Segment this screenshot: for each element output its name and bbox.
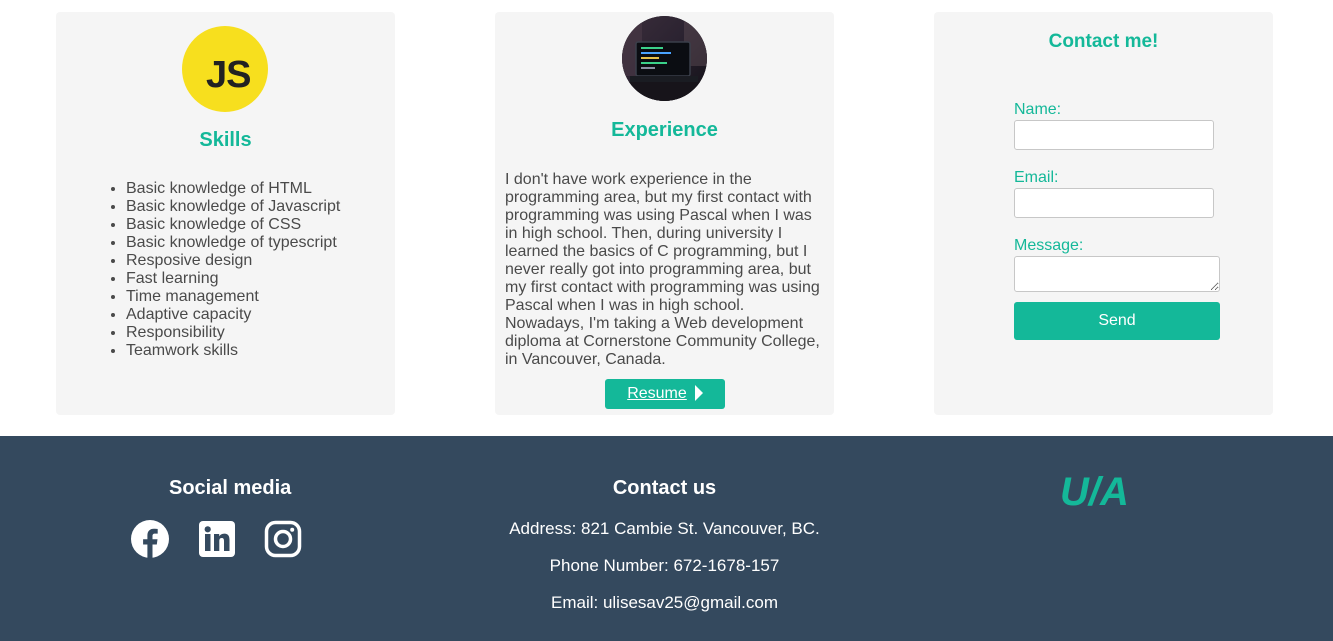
brand-logo[interactable]: U/A <box>1060 470 1129 515</box>
caret-right-icon <box>694 385 703 401</box>
contact-form-title: Contact me! <box>1048 31 1159 52</box>
skills-list: Basic knowledge of HTMLBasic knowledge o… <box>106 180 340 360</box>
skill-item: Time management <box>126 288 340 306</box>
address-text: Address: 821 Cambie St. Vancouver, BC. <box>509 519 820 538</box>
javascript-logo-icon: JS <box>182 26 268 112</box>
skills-title: Skills <box>199 129 252 151</box>
email-text: Email: ulisesav25@gmail.com <box>550 593 778 612</box>
skill-item: Teamwork skills <box>126 342 340 360</box>
experience-description: I don't have work experience in the prog… <box>505 171 820 368</box>
skill-item: Basic knowledge of CSS <box>126 216 340 234</box>
resume-button[interactable]: Resume <box>605 379 725 409</box>
send-button[interactable]: Send <box>1014 302 1220 340</box>
experience-card: Experience I don't have work experience … <box>495 12 834 415</box>
skill-item: Basic knowledge of typescript <box>126 234 340 252</box>
footer: Social media Contact us Address: 821 Cam… <box>0 436 1333 641</box>
name-input[interactable] <box>1014 120 1214 150</box>
javascript-logo-text: JS <box>206 54 251 96</box>
skill-item: Basic knowledge of HTML <box>126 180 340 198</box>
skills-card: JS Skills Basic knowledge of HTMLBasic k… <box>56 12 395 415</box>
email-label: Email: <box>1014 169 1059 186</box>
skill-item: Fast learning <box>126 270 340 288</box>
email-input[interactable] <box>1014 188 1214 218</box>
skill-item: Basic knowledge of Javascript <box>126 198 340 216</box>
skill-item: Responsibility <box>126 324 340 342</box>
skill-item: Resposive design <box>126 252 340 270</box>
skill-item: Adaptive capacity <box>126 306 340 324</box>
contact-card: Contact me! Name: Email: Message: Send <box>934 12 1273 415</box>
experience-title: Experience <box>611 119 718 141</box>
laptop-photo-avatar <box>622 16 707 101</box>
resume-button-label: Resume <box>627 385 687 402</box>
contact-us-title: Contact us <box>612 477 717 499</box>
phone-text: Phone Number: 672-1678-157 <box>549 556 780 575</box>
message-label: Message: <box>1014 237 1084 254</box>
message-textarea[interactable] <box>1014 256 1220 292</box>
name-label: Name: <box>1014 101 1062 118</box>
